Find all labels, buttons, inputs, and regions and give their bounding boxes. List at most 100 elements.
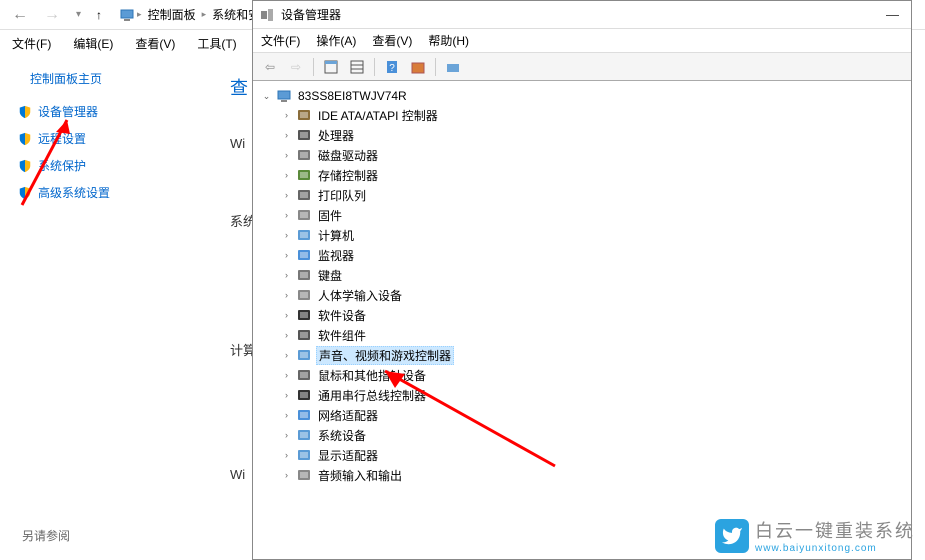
tree-item-label: 软件组件: [316, 327, 368, 344]
storage-icon: [296, 167, 312, 183]
watermark-url: www.baiyunxitong.com: [755, 543, 915, 554]
separator: [313, 58, 314, 76]
expand-icon[interactable]: ›: [281, 210, 292, 221]
tree-item[interactable]: ›网络适配器: [261, 405, 911, 425]
tree-item[interactable]: › 软件设备: [261, 305, 911, 325]
tree-item-label: 计算机: [316, 227, 356, 244]
menu-tools[interactable]: 工具(T): [193, 33, 240, 54]
menu-help[interactable]: 帮助(H): [428, 32, 469, 49]
tree-item-label: 软件设备: [316, 307, 368, 324]
system-protection-link[interactable]: 系统保护: [18, 157, 230, 174]
tree-item[interactable]: › 通用串行总线控制器: [261, 385, 911, 405]
tree-item[interactable]: › 监视器: [261, 245, 911, 265]
tree-item[interactable]: ›系统设备: [261, 425, 911, 445]
menu-view[interactable]: 查看(V): [372, 32, 412, 49]
separator: [435, 58, 436, 76]
tree-item[interactable]: › 软件组件: [261, 325, 911, 345]
tree-item[interactable]: ›声音、视频和游戏控制器: [261, 345, 911, 365]
help-button[interactable]: ?: [381, 56, 403, 78]
control-panel-home-link[interactable]: 控制面板主页: [30, 70, 230, 87]
window-title: 设备管理器: [281, 6, 341, 23]
sound-icon: [296, 347, 312, 363]
tree-item-label: 固件: [316, 207, 344, 224]
expand-icon[interactable]: ›: [281, 310, 292, 321]
menu-edit[interactable]: 编辑(E): [69, 33, 117, 54]
expand-icon[interactable]: ›: [281, 370, 292, 381]
advanced-settings-link[interactable]: 高级系统设置: [18, 184, 230, 201]
shield-icon: [18, 186, 32, 200]
tree-item-label: 通用串行总线控制器: [316, 387, 428, 404]
expand-icon[interactable]: ›: [281, 330, 292, 341]
tree-item-label: IDE ATA/ATAPI 控制器: [316, 107, 440, 124]
menu-action[interactable]: 操作(A): [316, 32, 356, 49]
tree-item-label: 打印队列: [316, 187, 368, 204]
menu-file[interactable]: 文件(F): [8, 33, 55, 54]
expand-icon[interactable]: ›: [281, 450, 292, 461]
expand-icon[interactable]: ›: [281, 170, 292, 181]
tree-item[interactable]: ›显示适配器: [261, 445, 911, 465]
expand-icon[interactable]: ›: [281, 270, 292, 281]
mouse-icon: [296, 367, 312, 383]
expand-icon[interactable]: ›: [281, 230, 292, 241]
watermark-logo-icon: [715, 519, 749, 553]
expand-icon[interactable]: ›: [281, 130, 292, 141]
hid-icon: [296, 287, 312, 303]
forward-button[interactable]: →: [38, 4, 66, 26]
expand-icon[interactable]: ›: [281, 410, 292, 421]
sidebar: 控制面板主页 设备管理器 远程设置 系统保护 高级系统设置: [0, 56, 230, 494]
expand-icon[interactable]: ›: [281, 470, 292, 481]
monitor-icon: [296, 247, 312, 263]
minimize-button[interactable]: —: [886, 7, 899, 22]
tree-item[interactable]: › 处理器: [261, 125, 911, 145]
tree-item[interactable]: › 固件: [261, 205, 911, 225]
tree-item[interactable]: ›音频输入和输出: [261, 465, 911, 485]
network-icon: [296, 407, 312, 423]
menu-bar: 文件(F) 操作(A) 查看(V) 帮助(H): [253, 29, 911, 53]
tree-item[interactable]: ›鼠标和其他指针设备: [261, 365, 911, 385]
menu-view[interactable]: 查看(V): [131, 33, 179, 54]
up-button[interactable]: ↑: [91, 5, 107, 25]
expand-icon[interactable]: ›: [281, 390, 292, 401]
tree-root[interactable]: ⌄ 83SS8EI8TWJV74R: [261, 87, 911, 105]
tree-item[interactable]: ›人体学输入设备: [261, 285, 911, 305]
expand-icon[interactable]: ›: [281, 150, 292, 161]
tree-item[interactable]: ›磁盘驱动器: [261, 145, 911, 165]
link-label: 设备管理器: [38, 103, 98, 120]
scan-button[interactable]: [407, 56, 429, 78]
menu-file[interactable]: 文件(F): [261, 32, 300, 49]
expand-icon[interactable]: ›: [281, 190, 292, 201]
tree-item[interactable]: › 存储控制器: [261, 165, 911, 185]
expand-icon[interactable]: ›: [281, 110, 292, 121]
show-hidden-button[interactable]: [442, 56, 464, 78]
expand-icon[interactable]: ›: [281, 350, 292, 361]
device-manager-link[interactable]: 设备管理器: [18, 103, 230, 120]
recent-dropdown[interactable]: ▾: [70, 7, 87, 22]
tree-item[interactable]: › 打印队列: [261, 185, 911, 205]
expand-icon[interactable]: ›: [281, 250, 292, 261]
chevron-right-icon: ▸: [137, 9, 142, 20]
tree-item[interactable]: › 计算机: [261, 225, 911, 245]
tree-item-label: 存储控制器: [316, 167, 380, 184]
pc-icon: [119, 7, 135, 23]
expand-icon[interactable]: ›: [281, 290, 292, 301]
keyboard-icon: [296, 267, 312, 283]
properties-button[interactable]: [320, 56, 342, 78]
forward-button[interactable]: ⇨: [285, 56, 307, 78]
back-button[interactable]: ←: [6, 4, 34, 26]
tree-item-label: 键盘: [316, 267, 344, 284]
back-button[interactable]: ⇦: [259, 56, 281, 78]
remote-settings-link[interactable]: 远程设置: [18, 130, 230, 147]
tree-item[interactable]: › IDE ATA/ATAPI 控制器: [261, 105, 911, 125]
tree-item[interactable]: › 键盘: [261, 265, 911, 285]
usb-icon: [296, 387, 312, 403]
tree-item-label: 处理器: [316, 127, 356, 144]
view-button[interactable]: [346, 56, 368, 78]
audio-icon: [296, 467, 312, 483]
collapse-icon[interactable]: ⌄: [261, 91, 272, 102]
firmware-icon: [296, 207, 312, 223]
title-bar[interactable]: 设备管理器 —: [253, 1, 911, 29]
breadcrumb-seg[interactable]: 控制面板: [144, 4, 200, 25]
shield-icon: [18, 132, 32, 146]
tree-item-label: 监视器: [316, 247, 356, 264]
expand-icon[interactable]: ›: [281, 430, 292, 441]
